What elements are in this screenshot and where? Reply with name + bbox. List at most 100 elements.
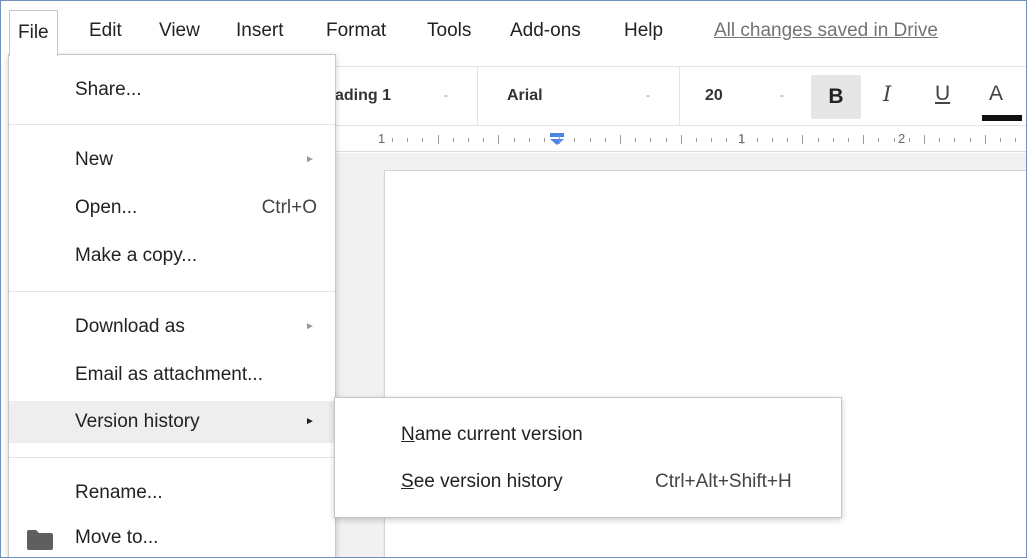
submenu-arrow-icon: ► <box>305 154 315 165</box>
submenu-arrow-icon: ► <box>305 321 315 332</box>
save-status-link[interactable]: All changes saved in Drive <box>714 18 938 44</box>
ruler-tick <box>802 135 804 144</box>
underline-button[interactable]: U <box>935 82 950 106</box>
ruler-tick <box>392 138 393 142</box>
ruler-tick <box>665 138 667 142</box>
file-menu: Share... New ► Open... Ctrl+O Make a cop… <box>8 54 336 558</box>
ruler-tick <box>1000 138 1001 142</box>
ruler-tick <box>635 138 637 142</box>
ruler-tick <box>544 138 545 142</box>
menu-item-label: Open... <box>75 197 138 218</box>
menu-item-new[interactable]: New ► <box>9 139 335 181</box>
toolbar-divider <box>477 67 478 125</box>
menu-item-label: Email as attachment... <box>75 364 263 385</box>
ruler-tick <box>437 135 439 144</box>
menu-item-make-copy[interactable]: Make a copy... <box>9 235 335 277</box>
ruler-number: 2 <box>898 131 906 146</box>
formatting-toolbar: ading 1 - Arial - 20 - B I U A <box>309 66 1027 126</box>
shortcut-label: Ctrl+O <box>261 197 317 218</box>
ruler-tick <box>696 138 697 142</box>
menu-item-move-to[interactable]: Move to... <box>9 517 335 558</box>
menu-item-label-rest: ee version history <box>413 471 563 492</box>
paragraph-style-select[interactable]: ading 1 <box>335 87 391 105</box>
menu-item-open[interactable]: Open... Ctrl+O <box>9 187 335 229</box>
ruler-tick <box>407 138 409 142</box>
text-color-swatch <box>982 115 1022 121</box>
font-size-dropdown-icon[interactable]: - <box>780 88 784 102</box>
submenu-arrow-icon: ► <box>305 416 315 427</box>
ruler-tick <box>741 135 743 144</box>
ruler-tick <box>939 138 941 142</box>
ruler-tick <box>984 135 986 144</box>
menu-view[interactable]: View <box>159 18 200 44</box>
ruler-tick <box>498 135 500 144</box>
menu-item-see-version-history[interactable]: See version history Ctrl+Alt+Shift+H <box>335 460 841 504</box>
mnemonic-letter: N <box>401 424 415 445</box>
ruler-tick <box>848 138 849 142</box>
folder-icon <box>27 530 53 550</box>
menu-item-label: Download as <box>75 316 185 337</box>
menu-item-label: Name current version <box>401 413 583 457</box>
text-color-button[interactable]: A <box>989 82 1003 106</box>
ruler-number: 1 <box>378 131 386 146</box>
version-history-submenu: Name current version See version history… <box>334 397 842 518</box>
menu-item-label: Share... <box>75 79 142 100</box>
ruler-tick <box>620 135 621 144</box>
menu-item-label: Make a copy... <box>75 245 198 266</box>
ruler-tick <box>954 138 956 142</box>
ruler-tick <box>483 138 485 142</box>
menu-item-label: See version history <box>401 460 563 504</box>
ruler-tick <box>574 138 576 142</box>
ruler-tick <box>604 138 606 142</box>
menu-file[interactable]: File <box>9 10 58 56</box>
ruler-tick <box>969 138 971 142</box>
menu-divider <box>9 291 335 292</box>
ruler-tick <box>832 138 834 142</box>
ruler-tick <box>680 135 682 144</box>
font-family-select[interactable]: Arial <box>507 87 543 105</box>
ruler-tick <box>772 138 773 142</box>
menu-tools[interactable]: Tools <box>427 18 471 44</box>
menu-item-version-history[interactable]: Version history ► <box>9 401 335 443</box>
menu-item-label-rest: ame current version <box>414 424 583 445</box>
ruler-tick <box>756 138 758 142</box>
ruler-tick <box>893 138 895 142</box>
menu-item-rename[interactable]: Rename... <box>9 472 335 514</box>
menu-insert[interactable]: Insert <box>236 18 284 44</box>
font-family-dropdown-icon[interactable]: - <box>646 88 650 102</box>
font-size-select[interactable]: 20 <box>705 87 723 105</box>
menu-item-label: Move to... <box>75 527 159 548</box>
ruler-tick <box>1015 138 1017 142</box>
ruler-tick <box>650 138 652 142</box>
ruler-tick <box>878 138 880 142</box>
ruler-tick <box>863 135 865 144</box>
ruler-tick <box>528 138 530 142</box>
menu-item-share[interactable]: Share... <box>9 69 335 111</box>
ruler-tick <box>908 138 910 142</box>
ruler-tick <box>787 138 789 142</box>
ruler-tick <box>589 138 591 142</box>
menu-item-download-as[interactable]: Download as ► <box>9 306 335 348</box>
menu-help[interactable]: Help <box>624 18 663 44</box>
menu-edit[interactable]: Edit <box>89 18 122 44</box>
mnemonic-letter: S <box>401 471 414 492</box>
menu-item-name-current-version[interactable]: Name current version <box>335 413 841 457</box>
italic-button[interactable]: I <box>883 82 891 106</box>
ruler-tick <box>817 138 819 142</box>
toolbar-divider <box>679 67 680 125</box>
ruler-tick <box>711 138 713 142</box>
menu-item-label: Version history <box>75 411 200 432</box>
menu-format[interactable]: Format <box>326 18 386 44</box>
indent-marker-icon[interactable] <box>550 133 564 145</box>
ruler[interactable]: 1 1 2 <box>330 128 1027 152</box>
menu-item-label: Rename... <box>75 482 163 503</box>
menu-divider <box>9 124 335 125</box>
ruler-tick <box>452 138 454 142</box>
ruler-tick <box>513 138 515 142</box>
paragraph-style-dropdown-icon[interactable]: - <box>444 88 448 102</box>
menu-add-ons[interactable]: Add-ons <box>510 18 581 44</box>
ruler-tick <box>924 135 925 144</box>
menu-divider <box>9 457 335 458</box>
bold-button[interactable]: B <box>811 75 861 119</box>
menu-item-email-attachment[interactable]: Email as attachment... <box>9 354 335 396</box>
